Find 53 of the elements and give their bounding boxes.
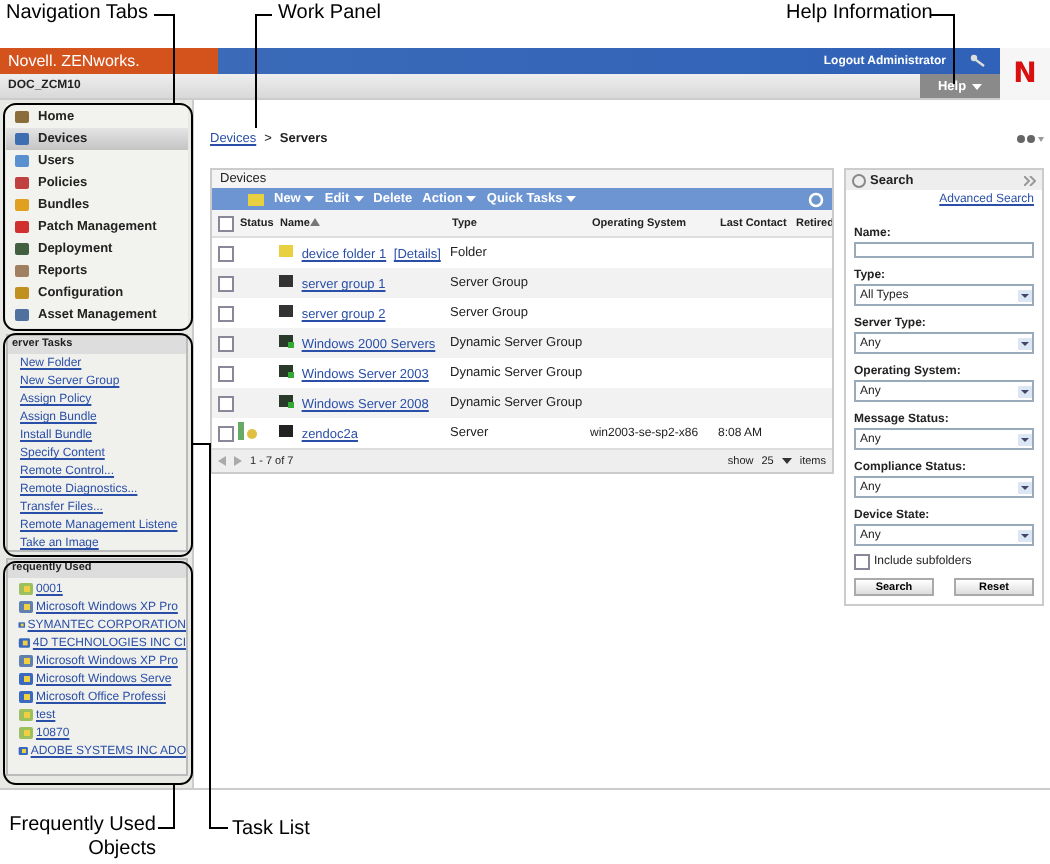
caret-icon	[566, 196, 577, 202]
caret-icon	[1018, 289, 1032, 301]
logo: N	[1000, 48, 1050, 100]
status-icon	[238, 422, 258, 440]
caret-icon	[466, 196, 477, 202]
caret-icon[interactable]	[781, 458, 792, 464]
row-checkbox[interactable]	[218, 305, 234, 321]
name-field[interactable]	[854, 242, 1034, 258]
row-checkbox[interactable]	[218, 365, 234, 381]
refresh-icon[interactable]	[808, 191, 824, 207]
select-all-checkbox[interactable]	[218, 215, 234, 231]
next-icon[interactable]	[234, 456, 242, 466]
callout-label: Help Information	[786, 2, 933, 24]
computer-icon	[18, 600, 34, 614]
package-icon	[18, 636, 31, 650]
previous-icon[interactable]	[218, 456, 226, 466]
server-group-icon	[278, 334, 294, 348]
row-checkbox[interactable]	[218, 425, 234, 441]
row-checkbox[interactable]	[218, 245, 234, 261]
server-group-icon	[278, 394, 294, 408]
leader-line	[255, 14, 273, 129]
row-checkbox[interactable]	[218, 395, 234, 411]
caret-icon	[304, 196, 315, 202]
key-icon[interactable]	[970, 54, 986, 68]
glasses-icon[interactable]	[1016, 133, 1044, 143]
row-checkbox[interactable]	[218, 275, 234, 291]
sort-icon[interactable]	[309, 217, 320, 225]
leader-line	[153, 14, 175, 105]
server-icon	[278, 424, 294, 438]
bundle-icon	[18, 582, 34, 596]
callout-label: Work Panel	[278, 2, 382, 24]
callout-label: Navigation Tabs	[6, 2, 148, 24]
caret-icon	[1018, 529, 1032, 541]
leader-line	[157, 783, 175, 829]
server-group-icon	[278, 364, 294, 378]
subfolders-checkbox[interactable]	[854, 554, 870, 570]
caret-icon	[972, 83, 983, 89]
caret-icon	[1018, 481, 1032, 493]
caret-icon	[353, 196, 364, 202]
computer-icon	[18, 654, 34, 668]
caret-icon	[1018, 433, 1032, 445]
caret-icon	[1018, 385, 1032, 397]
row-checkbox[interactable]	[218, 335, 234, 351]
folder-icon	[248, 193, 264, 205]
package-icon	[18, 618, 26, 632]
folder-icon	[278, 244, 294, 258]
callout-label: Task List	[232, 818, 310, 840]
caret-icon	[1018, 337, 1032, 349]
brand-title: Novell. ZENworks.	[0, 48, 218, 74]
collapse-icon[interactable]	[1024, 175, 1036, 185]
callout-label: Frequently Used Objects	[7, 814, 156, 862]
search-icon	[852, 173, 866, 187]
package-icon	[18, 744, 29, 758]
